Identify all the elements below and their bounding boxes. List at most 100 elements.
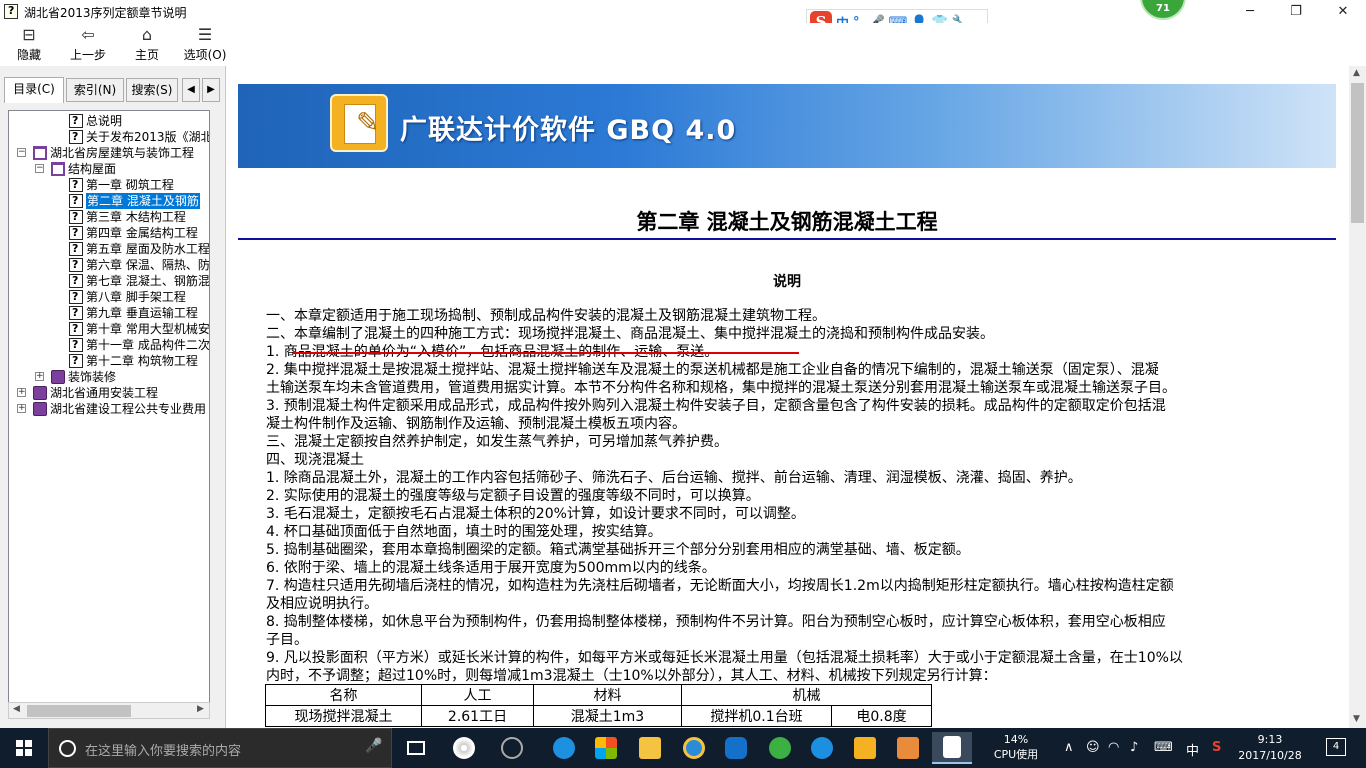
taskbar-app-plus[interactable] [802, 732, 842, 764]
expand-icon[interactable]: + [17, 388, 26, 397]
plus-app-icon [811, 737, 833, 759]
document-line: 1. 除商品混凝土外，混凝土的工作内容包括筛砂子、筛洗石子、后台运输、搅拌、前台… [266, 470, 1082, 486]
taskbar-app-store[interactable] [586, 732, 626, 764]
taskbar-app-circle[interactable] [492, 732, 532, 764]
scroll-left-icon[interactable]: ◀ [13, 704, 20, 714]
notes-app-icon [854, 737, 876, 759]
help-toolbar: ⊟ 隐藏 ⇦ 上一步 ⌂ 主页 ☰ 选项(O) [0, 23, 1366, 66]
taskbar-app-explorer[interactable] [630, 732, 670, 764]
table-cell: 电0.8度 [831, 705, 932, 727]
help-topic-icon [69, 209, 83, 225]
window-title: 湖北省2013序列定额章节说明 [24, 6, 187, 20]
scroll-right-icon[interactable]: ▶ [197, 704, 204, 714]
tree-node[interactable]: 第三章 木结构工程 [9, 209, 209, 225]
maximize-button[interactable]: ❐ [1273, 0, 1319, 23]
cpu-usage-widget[interactable]: 14% CPU使用 [990, 732, 1042, 762]
tab-contents[interactable]: 目录(C) [4, 77, 64, 103]
tree-node-label: 结构屋面 [68, 162, 117, 176]
system-clock[interactable]: 9:13 2017/10/28 [1238, 732, 1302, 764]
tree-node-label: 总说明 [86, 114, 123, 128]
table-cell: 搅拌机0.1台班 [681, 705, 832, 727]
title-divider [238, 238, 1336, 240]
tree-node-label: 第十章 常用大型机械安 [86, 322, 209, 336]
tree-node[interactable]: 第五章 屋面及防水工程 [9, 241, 209, 257]
tree-node[interactable]: + 湖北省建设工程公共专业费用 [9, 401, 209, 417]
content-vertical-scrollbar[interactable]: ▲ ▼ [1349, 66, 1366, 728]
section-title: 说明 [773, 274, 801, 290]
tree-node[interactable]: 第二章 混凝土及钢筋 [9, 193, 209, 209]
document-line: 二、本章编制了混凝土的四种施工方式：现场搅拌混凝土、商品混凝土、集中搅拌混凝土的… [266, 326, 994, 342]
microphone-icon[interactable]: 🎤 [365, 738, 382, 754]
options-button[interactable]: ☰ 选项(O) [180, 25, 230, 65]
performance-ball[interactable]: 71 [1140, 0, 1186, 20]
collapse-icon[interactable]: − [35, 164, 44, 173]
volume-icon[interactable]: ♪ [1130, 740, 1138, 755]
tree-node[interactable]: − 湖北省房屋建筑与装饰工程 [9, 145, 209, 161]
tree-node[interactable]: − 结构屋面 [9, 161, 209, 177]
tab-search[interactable]: 搜索(S) [126, 78, 178, 102]
contents-tree: 总说明关于发布2013版《湖北省房屋−湖北省房屋建筑与装饰工程−结构屋面第一章 … [8, 110, 210, 704]
taskbar-app-edge[interactable] [544, 732, 584, 764]
taskbar-app-fan[interactable] [444, 732, 484, 764]
home-button[interactable]: ⌂ 主页 [124, 25, 170, 65]
tree-node[interactable]: 总说明 [9, 113, 209, 129]
hide-button[interactable]: ⊟ 隐藏 [4, 25, 54, 65]
tray-language-indicator[interactable]: 中 [1186, 740, 1199, 759]
back-button[interactable]: ⇦ 上一步 [62, 25, 114, 65]
tree-node[interactable]: 第七章 混凝土、钢筋混 [9, 273, 209, 289]
scroll-thumb[interactable] [27, 705, 131, 717]
tree-node[interactable]: + 湖北省通用安装工程 [9, 385, 209, 401]
tree-node[interactable]: 第六章 保温、隔热、防 [9, 257, 209, 273]
tab-scroll-left-button[interactable]: ◀ [182, 78, 200, 102]
expand-icon[interactable]: + [17, 404, 26, 413]
product-logo-icon [330, 94, 388, 152]
scroll-up-icon[interactable]: ▲ [1353, 68, 1360, 78]
taskbar-app-360[interactable] [760, 732, 800, 764]
document-line: 9. 凡以投影面积（平方米）或延长米计算的构件，如每平方米或每延长米混凝土用量（… [266, 650, 1183, 666]
tree-node[interactable]: 第十一章 成品构件二次 [9, 337, 209, 353]
keyboard-icon[interactable]: ⌨ [1154, 740, 1173, 755]
tree-node[interactable]: 第十章 常用大型机械安 [9, 321, 209, 337]
tray-user-icon[interactable]: ☺ [1086, 740, 1100, 755]
circle-app-icon [501, 737, 523, 759]
tree-node[interactable]: 第四章 金属结构工程 [9, 225, 209, 241]
document-line: 2. 集中搅拌混凝土是按混凝土搅拌站、混凝土搅拌输送车及混凝土的泵送机械都是施工… [266, 362, 1159, 378]
tree-node[interactable]: 关于发布2013版《湖北省房屋 [9, 129, 209, 145]
scroll-down-icon[interactable]: ▼ [1353, 714, 1360, 724]
taskbar-app-pdf[interactable] [888, 732, 928, 764]
tree-node-label: 第十一章 成品构件二次 [86, 338, 209, 352]
tree-horizontal-scrollbar[interactable]: ◀ ▶ [8, 702, 210, 719]
taskbar-app-help[interactable] [932, 732, 972, 764]
minimize-button[interactable]: ─ [1227, 0, 1273, 23]
search-placeholder: 在这里输入你要搜索的内容 [85, 744, 242, 759]
wifi-icon[interactable]: ◠ [1108, 740, 1119, 755]
task-view-icon [407, 741, 425, 755]
tab-index[interactable]: 索引(N) [66, 78, 124, 102]
collapse-icon[interactable]: − [17, 148, 26, 157]
closed-book-icon [33, 402, 47, 416]
taskbar-app-glodon[interactable] [716, 732, 756, 764]
tray-chevron-icon[interactable]: ∧ [1064, 740, 1074, 755]
tree-node[interactable]: + 装饰装修 [9, 369, 209, 385]
table-cell: 现场搅拌混凝土 [265, 705, 422, 727]
tab-scroll-right-button[interactable]: ▶ [202, 78, 220, 102]
help-topic-icon [69, 289, 83, 305]
help-topic-icon [69, 193, 83, 209]
expand-icon[interactable]: + [35, 372, 44, 381]
tree-node[interactable]: 第九章 垂直运输工程 [9, 305, 209, 321]
content-scroll-thumb[interactable] [1351, 83, 1364, 223]
task-view-button[interactable] [396, 732, 436, 764]
tree-node-label: 第十二章 构筑物工程 [86, 354, 198, 368]
taskbar-search-box[interactable]: 在这里输入你要搜索的内容 🎤 [48, 728, 392, 768]
close-button[interactable]: ✕ [1320, 0, 1366, 23]
start-button[interactable] [0, 728, 48, 768]
tree-node[interactable]: 第十二章 构筑物工程 [9, 353, 209, 369]
tree-node[interactable]: 第一章 砌筑工程 [9, 177, 209, 193]
tree-node[interactable]: 第八章 脚手架工程 [9, 289, 209, 305]
action-center-button[interactable]: 4 [1326, 738, 1346, 756]
table-cell: 2.61工日 [421, 705, 534, 727]
taskbar-app-ie[interactable] [674, 732, 714, 764]
banner-title: 广联达计价软件 GBQ 4.0 [400, 115, 737, 146]
tray-sogou-icon[interactable]: S [1212, 740, 1221, 755]
taskbar-app-notes[interactable] [845, 732, 885, 764]
